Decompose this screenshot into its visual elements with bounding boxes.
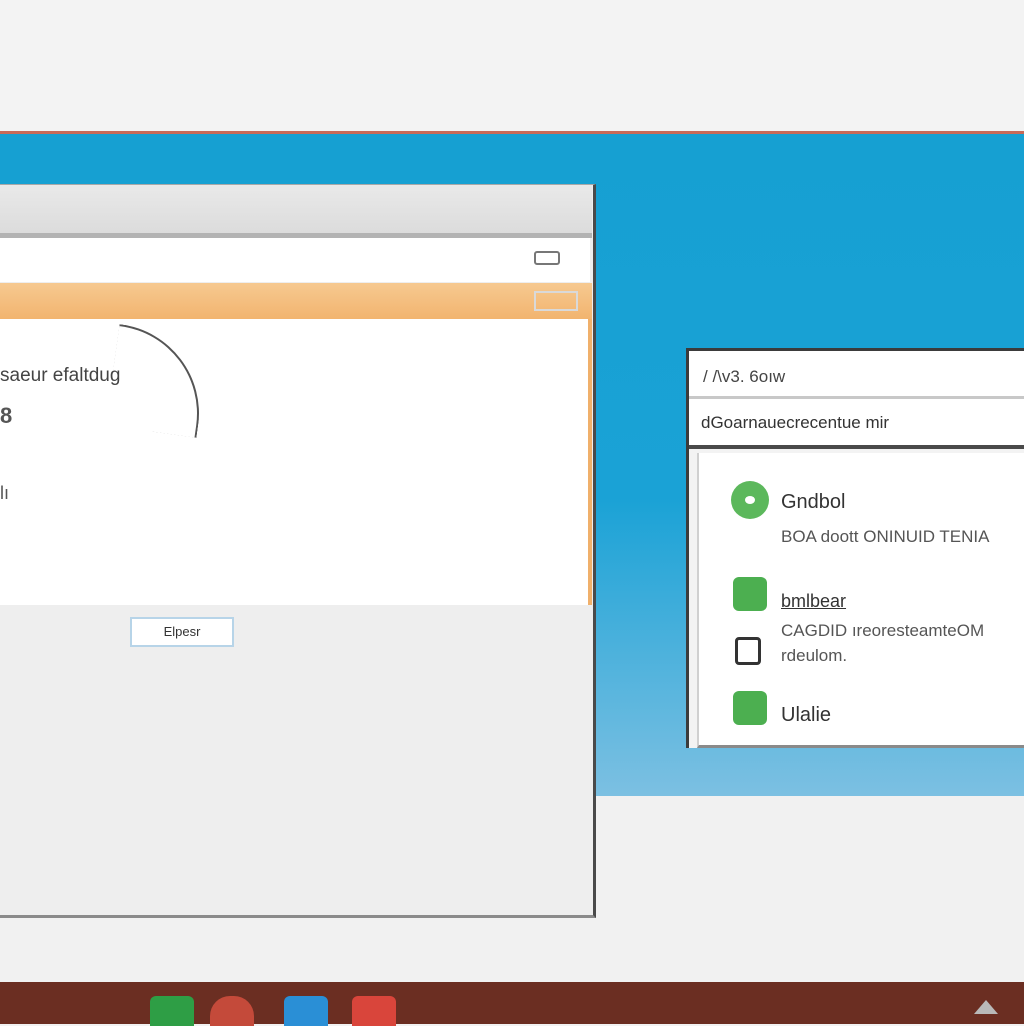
- dialog-titlebar[interactable]: / /\v3. 6oıw: [689, 351, 1024, 399]
- dialog-subtitle: dGoarnauecrecentue mir: [701, 413, 890, 432]
- address-bar-icon[interactable]: [534, 251, 560, 265]
- checkbox-icon[interactable]: [735, 637, 761, 665]
- dialog-window: / /\v3. 6oıw dGoarnauecrecentue mir Gndb…: [686, 348, 1024, 748]
- address-bar[interactable]: [0, 238, 590, 282]
- green-app-icon[interactable]: [150, 996, 194, 1026]
- main-content-panel: [0, 319, 592, 605]
- main-window: saeur efaltdug 8 lı Elpesr: [0, 184, 596, 918]
- main-window-titlebar[interactable]: [0, 185, 592, 238]
- content-label-b: lı: [0, 483, 9, 503]
- option-1-title[interactable]: Gndbol: [781, 491, 846, 514]
- lock-app-icon[interactable]: [210, 996, 254, 1026]
- green-square-icon[interactable]: [733, 577, 767, 611]
- tray-arrow-icon[interactable]: [970, 1000, 1000, 1024]
- option-2-description-line2: rdeulom.: [781, 646, 848, 665]
- content-heading: saeur efaltdug: [0, 365, 121, 386]
- dialog-subtitle-bar: dGoarnauecrecentue mir: [689, 399, 1024, 449]
- option-1-description: BOA doott ONINUID TENIA: [781, 527, 990, 546]
- option-2-title[interactable]: bmlbear: [781, 591, 846, 612]
- content-label-a: 8: [0, 403, 13, 428]
- option-3-title[interactable]: Ulalie: [781, 704, 831, 727]
- blue-app-icon[interactable]: [284, 996, 328, 1026]
- dialog-title: / /\v3. 6oıw: [703, 367, 786, 386]
- orange-toolbar: [0, 283, 592, 319]
- option-2-description: CAGDID ıreoresteamteOM: [781, 621, 985, 640]
- dialog-options-list: Gndbol BOA doott ONINUID TENIA bmlbear C…: [697, 453, 1024, 748]
- green-square-icon[interactable]: [733, 691, 767, 725]
- primary-button[interactable]: Elpesr: [130, 617, 234, 647]
- screen-top-band: [0, 0, 1024, 132]
- green-circle-icon[interactable]: [731, 481, 769, 519]
- toolbar-icon[interactable]: [534, 291, 578, 311]
- red-app-icon[interactable]: [352, 996, 396, 1026]
- taskbar: [0, 982, 1024, 1026]
